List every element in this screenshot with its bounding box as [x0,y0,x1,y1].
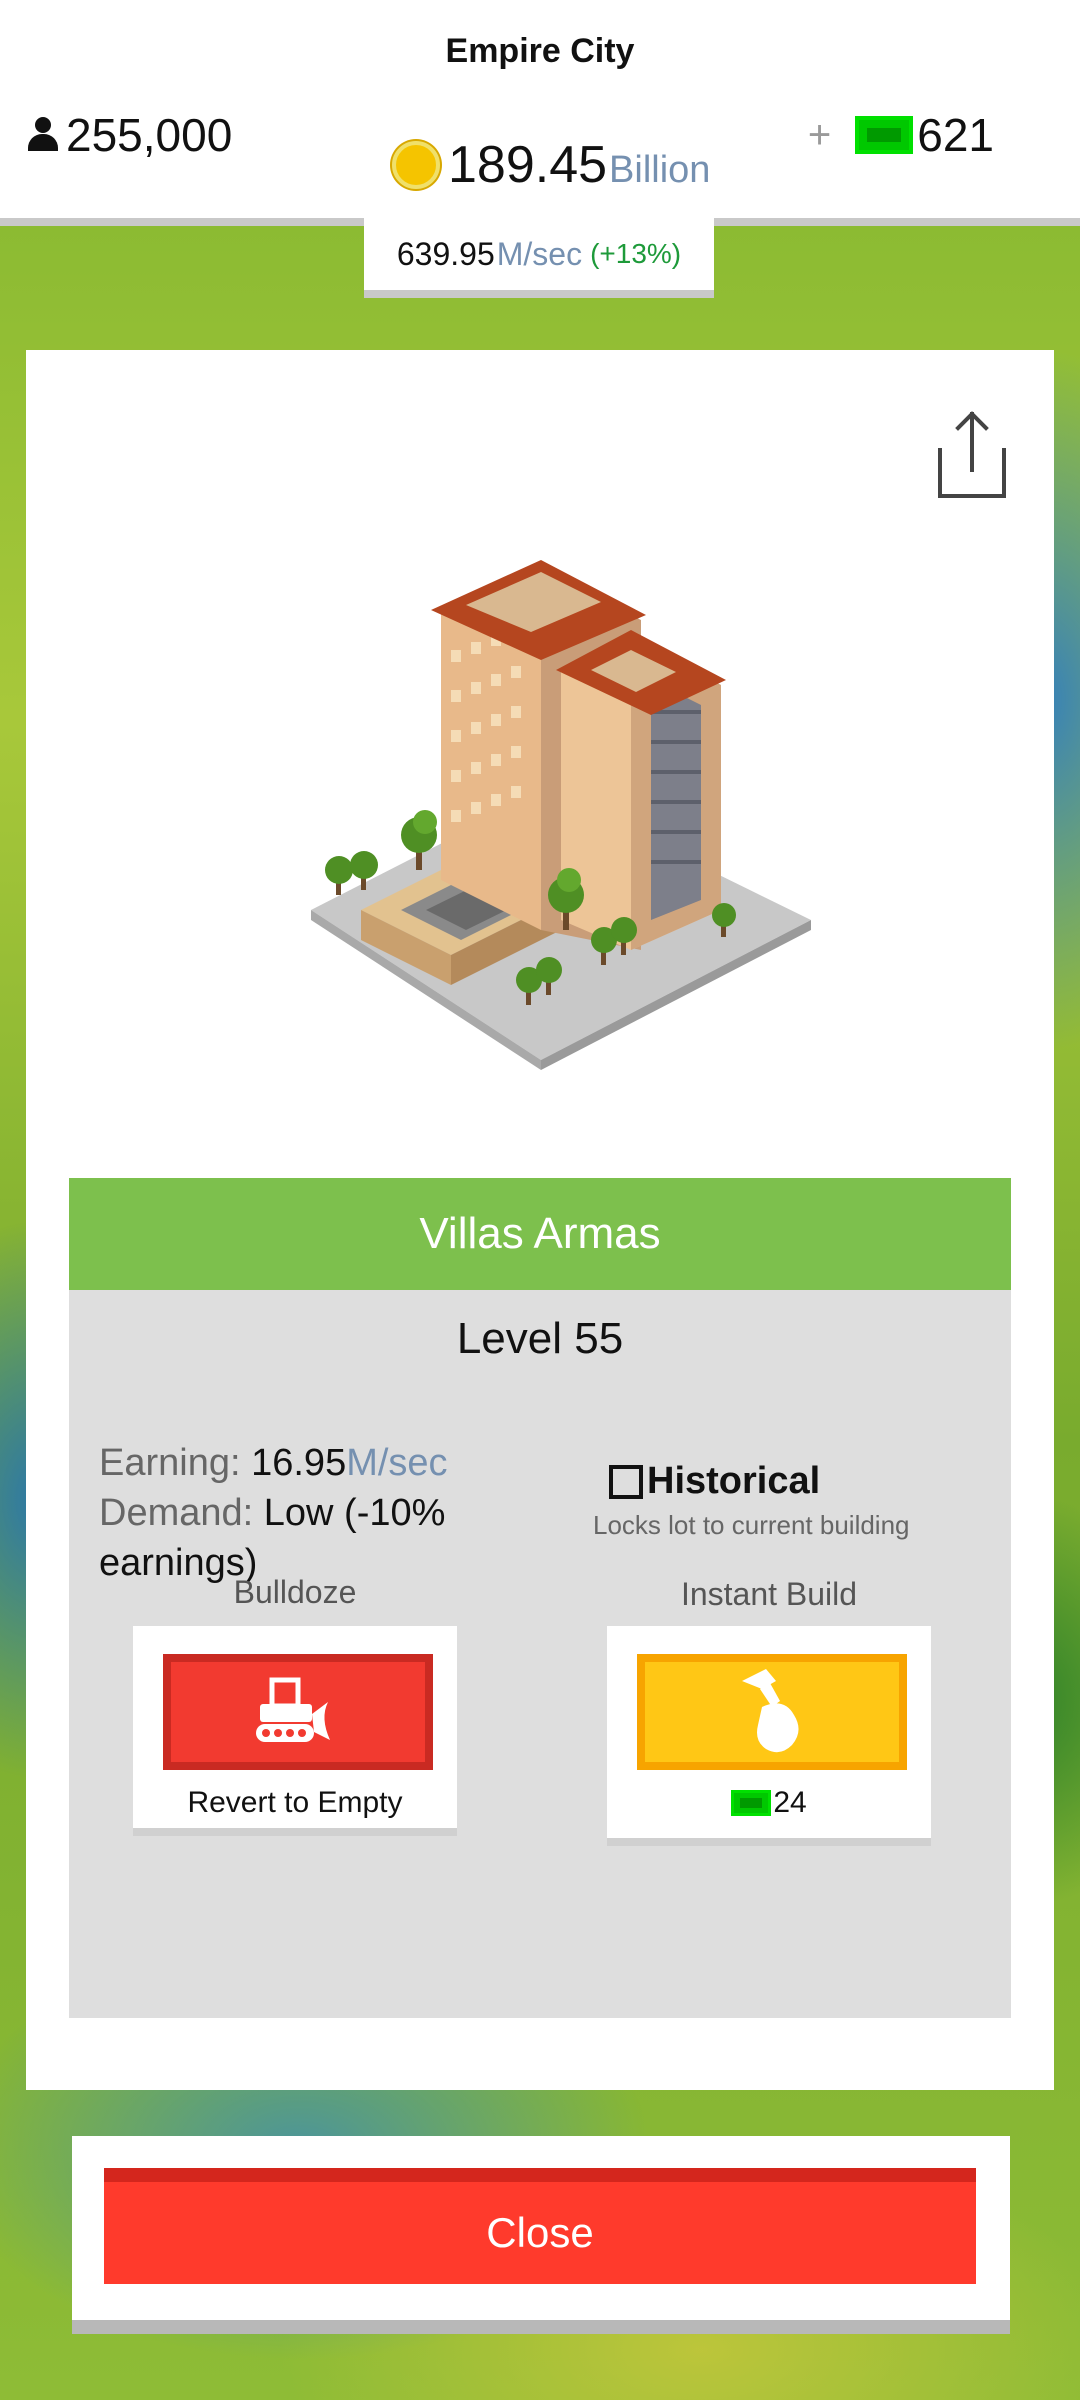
money-unit: Billion [609,149,711,191]
instant-build-cost-value: 24 [773,1786,807,1819]
bulldoze-button[interactable] [163,1654,433,1770]
historical-description: Locks lot to current building [593,1510,910,1540]
earning-unit: M/sec [346,1442,448,1484]
bulldozer-icon [256,1677,330,1742]
building-level: Level 55 [456,1314,624,1363]
building-stats: Earning: 16.95M/sec Demand: Low (-10% ea… [99,1438,519,1588]
add-gems-button[interactable]: + [808,113,831,158]
instant-build-card: 24 [607,1626,931,1846]
hammer-icon [742,1669,799,1753]
person-icon [26,117,60,153]
building-details-card: Villas Armas Level 55 Earning: 16.95M/se… [26,350,1054,2090]
gem-icon [731,1790,772,1816]
instant-build-cost: 24 [607,1786,931,1820]
gems-value: 621 [917,109,994,161]
building-info-panel: Villas Armas Level 55 Earning: 16.95M/se… [69,1178,1011,2018]
population-counter: 255,000 [26,108,232,162]
historical-toggle[interactable]: Historical [609,1460,820,1503]
bulldoze-card: Revert to Empty [133,1626,457,1836]
historical-label: Historical [647,1460,821,1502]
population-value: 255,000 [66,109,233,161]
building-image [311,560,811,1070]
bulldoze-caption: Revert to Empty [187,1786,403,1819]
earning-label: Earning: [99,1442,241,1484]
demand-label: Demand: [99,1492,254,1534]
city-title: Empire City [445,32,635,70]
gems-counter[interactable]: + 621 [808,108,994,162]
money-value: 189.45 [448,136,608,194]
rate-value: 639.95 [396,235,495,272]
rate-bonus: (+13%) [590,238,682,269]
bulldoze-label: Bulldoze [233,1574,357,1610]
money-counter: 189.45 Billion [392,135,710,195]
top-bar: Empire City 255,000 189.45 Billion + 621 [0,0,1080,226]
coin-icon [392,141,440,189]
historical-checkbox[interactable] [609,1464,643,1499]
instant-build-button[interactable] [637,1654,907,1770]
close-card: Close [72,2136,1010,2334]
share-icon[interactable] [934,408,1010,502]
income-rate-tab: 639.95 M/sec (+13%) [364,218,714,298]
close-button[interactable]: Close [104,2168,976,2284]
instant-build-label: Instant Build [680,1576,858,1612]
earning-value: 16.95 [251,1442,347,1484]
gem-icon [855,116,914,154]
rate-unit: M/sec [496,235,583,272]
building-name: Villas Armas [69,1178,1011,1290]
